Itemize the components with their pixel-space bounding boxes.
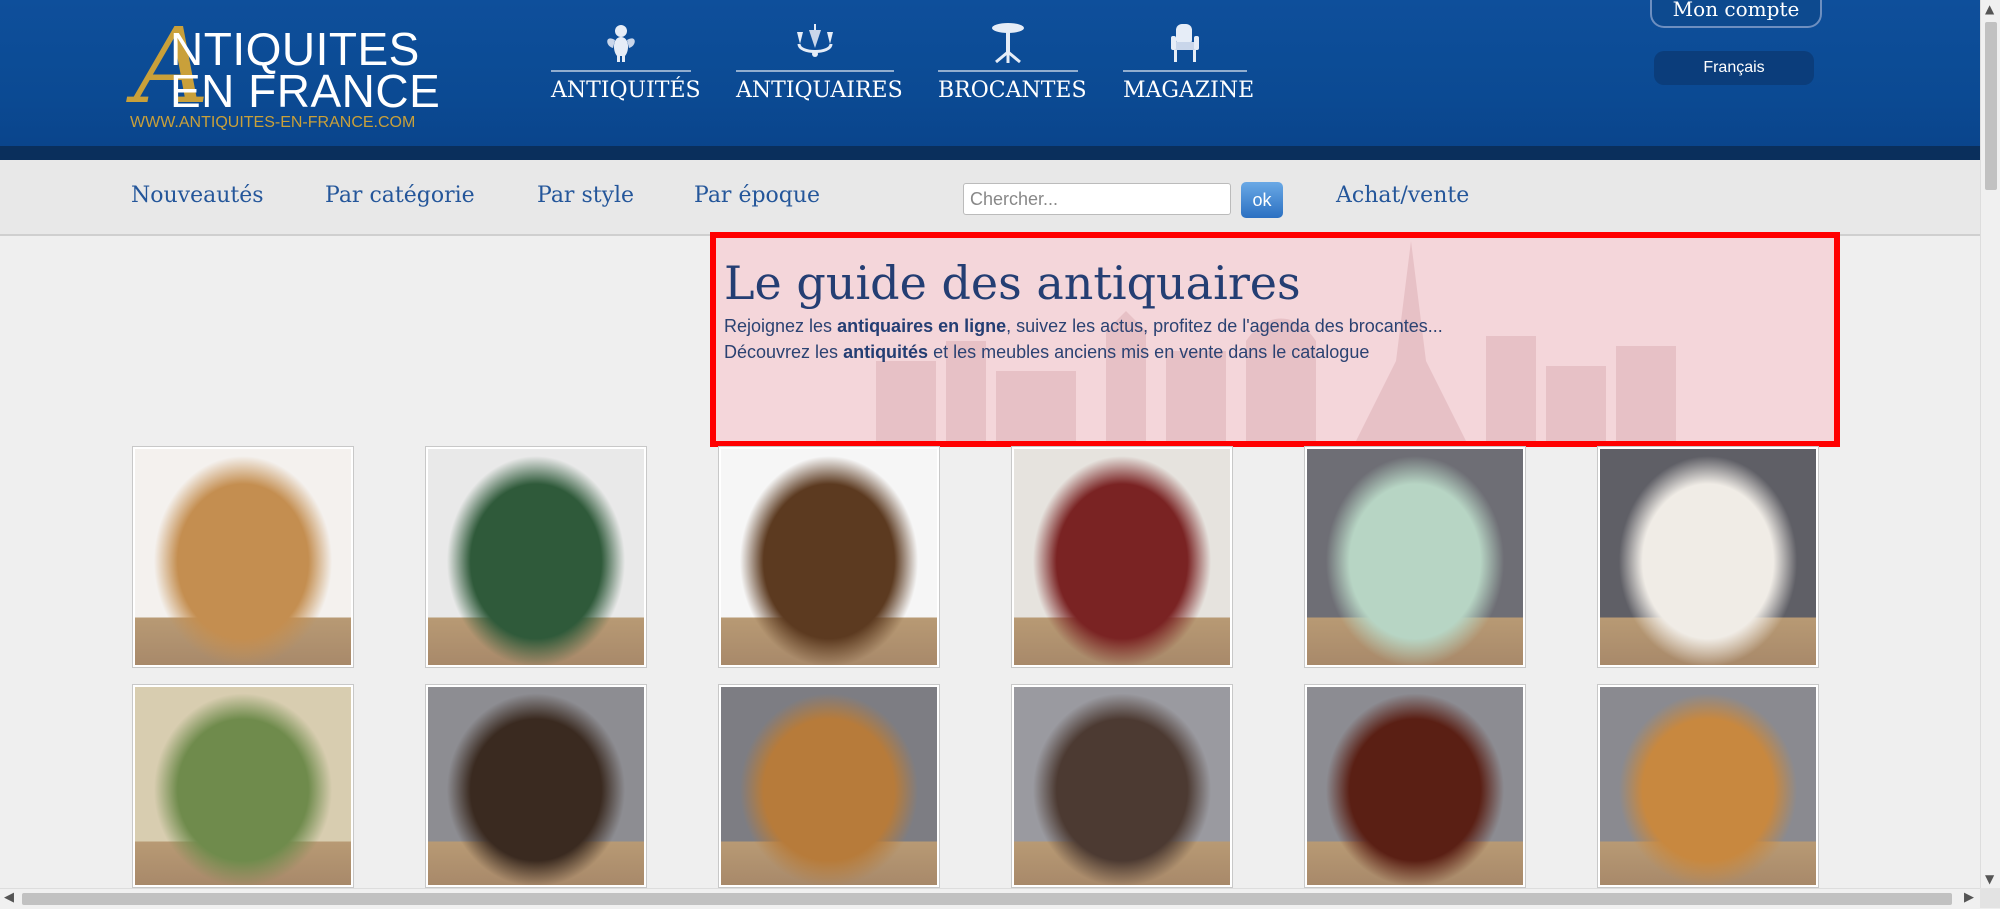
- language-selector[interactable]: Français: [1654, 51, 1814, 85]
- product-photo: [1307, 449, 1523, 665]
- scroll-right-icon[interactable]: ▶: [1964, 890, 1974, 905]
- vertical-scroll-thumb[interactable]: [1985, 22, 1997, 190]
- scroll-up-icon[interactable]: ▲: [1985, 2, 1994, 16]
- banner-line-1: Rejoignez les antiquaires en ligne, suiv…: [724, 316, 1443, 337]
- horizontal-scroll-thumb[interactable]: [22, 893, 1952, 905]
- banner-line-2: Découvrez les antiquités et les meubles …: [724, 342, 1369, 363]
- nav-brocantes[interactable]: BROCANTES: [938, 22, 1087, 112]
- antiquites-link[interactable]: antiquités: [843, 342, 928, 362]
- product-thumbnail-leather-sofa[interactable]: [1011, 684, 1233, 888]
- nav-label: ANTIQUITÉS: [551, 78, 701, 103]
- banner-text: et les meubles anciens mis en vente dans…: [928, 342, 1370, 362]
- product-photo: [721, 687, 937, 885]
- secondary-nav: Nouveautés Par catégorie Par style Par é…: [0, 160, 1980, 236]
- logo-text-line2: EN FRANCE: [170, 65, 441, 117]
- banner-text: Découvrez les: [724, 342, 844, 362]
- nav-divider: [736, 70, 894, 72]
- product-photo: [1600, 449, 1816, 665]
- nav-label: MAGAZINE: [1123, 78, 1255, 103]
- cherub-icon: [607, 25, 635, 62]
- product-thumbnail-bronze-figure-statue[interactable]: [718, 446, 940, 668]
- account-button[interactable]: Mon compte: [1650, 0, 1822, 28]
- nav-divider: [551, 70, 691, 72]
- chandelier-icon: [797, 24, 833, 57]
- gueridon-table-icon: [992, 23, 1024, 64]
- product-photo: [1600, 687, 1816, 885]
- nav-antiquaires[interactable]: ANTIQUAIRES: [736, 22, 903, 112]
- scroll-left-icon[interactable]: ◀: [4, 890, 14, 905]
- search-input[interactable]: [963, 183, 1231, 215]
- subnav-achat-vente[interactable]: Achat/vente: [1336, 183, 1469, 208]
- header-stripe: [0, 146, 1980, 160]
- armchair-icon: [1171, 24, 1199, 62]
- nav-antiquites[interactable]: ANTIQUITÉS: [551, 22, 701, 112]
- product-photo: [1307, 687, 1523, 885]
- scrollbar-corner: [1980, 888, 2000, 908]
- search-ok-button[interactable]: ok: [1241, 182, 1283, 218]
- subnav-par-categorie[interactable]: Par catégorie: [325, 183, 475, 208]
- product-photo: [428, 687, 644, 885]
- subnav-par-epoque[interactable]: Par époque: [694, 183, 820, 208]
- guide-banner: Le guide des antiquaires Rejoignez les a…: [710, 232, 1840, 447]
- product-thumbnail-carved-side-table[interactable]: [718, 684, 940, 888]
- banner-title: Le guide des antiquaires: [724, 256, 1301, 310]
- product-thumbnail-bureau-plat-desk[interactable]: [1597, 684, 1819, 888]
- nav-label: BROCANTES: [938, 78, 1087, 103]
- horizontal-scrollbar[interactable]: ◀ ▶: [0, 888, 1980, 909]
- product-thumbnail-lamp-writing-desk[interactable]: [1011, 446, 1233, 668]
- product-photo: [1014, 687, 1230, 885]
- product-thumbnail-bronze-dancer-sculpture[interactable]: [425, 446, 647, 668]
- site-logo[interactable]: A NTIQUITES EN FRANCE WWW.ANTIQUITES-EN-…: [130, 14, 450, 135]
- banner-text: , suivez les actus, profitez de l'agenda…: [1006, 316, 1443, 336]
- product-thumbnail-round-pedestal-table[interactable]: [1304, 684, 1526, 888]
- product-thumbnail-pair-of-oil-lamps[interactable]: [1304, 446, 1526, 668]
- product-photo: [1014, 449, 1230, 665]
- subnav-nouveautes[interactable]: Nouveautés: [131, 183, 264, 208]
- product-photo: [135, 449, 351, 665]
- subnav-par-style[interactable]: Par style: [537, 183, 634, 208]
- product-photo: [721, 449, 937, 665]
- scroll-down-icon[interactable]: ▼: [1985, 872, 1994, 886]
- product-thumbnail-armoire[interactable]: [132, 446, 354, 668]
- nav-label: ANTIQUAIRES: [736, 78, 903, 103]
- nav-divider: [938, 70, 1078, 72]
- site-header: A NTIQUITES EN FRANCE WWW.ANTIQUITES-EN-…: [0, 0, 1980, 160]
- banner-text: Rejoignez les: [724, 316, 838, 336]
- vertical-scrollbar[interactable]: ▲ ▼: [1980, 0, 2000, 888]
- product-photo: [428, 449, 644, 665]
- nav-divider: [1123, 70, 1247, 72]
- product-thumbnail-marble-bust[interactable]: [1597, 446, 1819, 668]
- product-thumbnail-lacquered-cabinet[interactable]: [425, 684, 647, 888]
- product-thumbnail-framed-landscape-painting[interactable]: [132, 684, 354, 888]
- antiquaires-en-ligne-link[interactable]: antiquaires en ligne: [837, 316, 1006, 336]
- logo-url: WWW.ANTIQUITES-EN-FRANCE.COM: [130, 114, 416, 131]
- nav-magazine[interactable]: MAGAZINE: [1123, 22, 1254, 112]
- product-photo: [135, 687, 351, 885]
